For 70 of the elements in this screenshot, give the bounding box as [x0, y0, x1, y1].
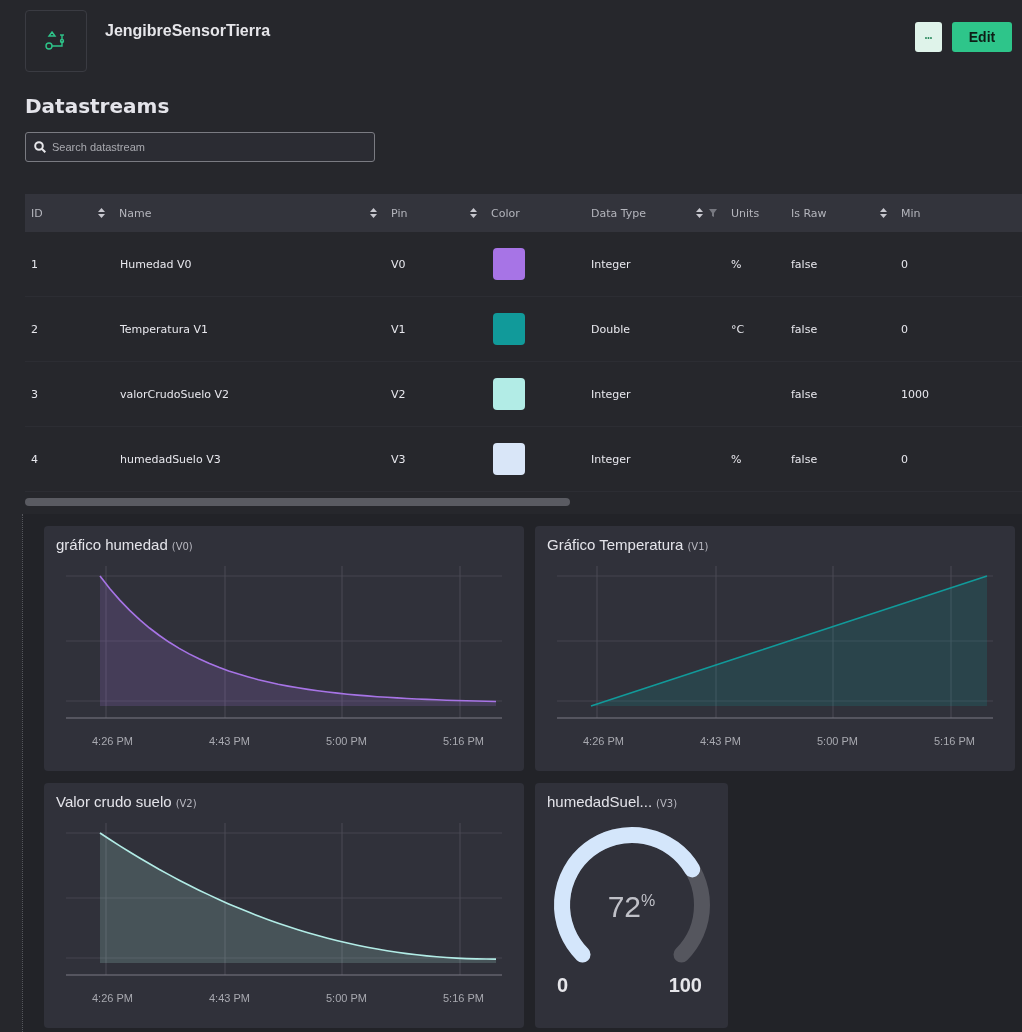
widget-pin: (V2) — [175, 798, 197, 809]
column-header[interactable]: ID — [31, 206, 43, 220]
column-header[interactable]: Data Type — [591, 206, 647, 220]
column-header[interactable]: Min — [901, 206, 921, 220]
table-cell: false — [791, 452, 818, 466]
table-cell: °C — [731, 322, 745, 336]
table-cell: valorCrudoSuelo V2 — [120, 387, 229, 401]
axis-label: 5:00 PM — [326, 735, 367, 747]
table-cell: V1 — [391, 322, 406, 336]
device-name: JengibreSensorTierra — [105, 22, 272, 40]
table-cell: false — [791, 257, 818, 271]
axis-label: 5:16 PM — [443, 735, 484, 747]
table-cell: 3 — [31, 387, 38, 401]
table-cell: V2 — [391, 387, 406, 401]
axis-label: 4:26 PM — [92, 992, 133, 1004]
table-cell: Integer — [591, 257, 631, 271]
table-cell: Integer — [591, 387, 631, 401]
table-cell: Integer — [591, 452, 631, 466]
axis-label: 5:16 PM — [443, 992, 484, 1004]
axis-label: 4:43 PM — [700, 735, 741, 747]
filter-icon[interactable] — [709, 209, 717, 217]
column-header[interactable]: Name — [119, 206, 152, 220]
axis-label: 4:26 PM — [92, 735, 133, 747]
scrollbar[interactable] — [25, 498, 570, 506]
sort-icon[interactable] — [696, 208, 703, 218]
edit-button[interactable]: Edit — [952, 22, 1012, 52]
table-cell: 0 — [901, 452, 908, 466]
column-header[interactable]: Is Raw — [791, 206, 827, 220]
widget-pin: (V0) — [171, 541, 193, 552]
column-header[interactable]: Pin — [391, 206, 408, 220]
sort-icon[interactable] — [880, 208, 887, 218]
gauge-min: 0 — [557, 974, 569, 997]
table-cell: 1000 — [901, 387, 929, 401]
axis-label: 5:16 PM — [934, 735, 975, 747]
widget-title: Gráfico Temperatura — [547, 536, 684, 553]
table-cell: V3 — [391, 452, 406, 466]
column-header[interactable]: Units — [731, 206, 760, 220]
axis-label: 5:00 PM — [326, 992, 367, 1004]
column-header[interactable]: Color — [491, 206, 520, 220]
search-icon — [34, 141, 46, 153]
table-cell: Temperatura V1 — [120, 322, 208, 336]
axis-label: 4:26 PM — [583, 735, 624, 747]
sort-icon[interactable] — [98, 208, 105, 218]
table-cell: Humedad V0 — [120, 257, 192, 271]
table-cell: V0 — [391, 257, 406, 271]
axis-label: 4:43 PM — [209, 992, 250, 1004]
table-cell: humedadSuelo V3 — [120, 452, 221, 466]
table-cell: Double — [591, 322, 630, 336]
gauge-value: 72$^{%}$ — [606, 890, 657, 924]
sort-icon[interactable] — [470, 208, 477, 218]
widget-title: gráfico humedad — [56, 536, 168, 553]
section-title: Datastreams — [25, 94, 171, 118]
table-cell: 2 — [31, 322, 38, 336]
sort-icon[interactable] — [370, 208, 377, 218]
axis-label: 4:43 PM — [209, 735, 250, 747]
table-cell: false — [791, 387, 818, 401]
device-icon — [45, 31, 67, 51]
axis-label: 5:00 PM — [817, 735, 858, 747]
widget-pin: (V3) — [656, 798, 678, 809]
table-cell: 1 — [31, 257, 38, 271]
table-cell: % — [731, 452, 742, 466]
widget-title: humedadSuel... — [547, 793, 653, 810]
table-cell: 0 — [901, 322, 908, 336]
widget-pin: (V1) — [687, 541, 709, 552]
table-cell: 4 — [31, 452, 38, 466]
widget-title: Valor crudo suelo — [56, 793, 172, 810]
gauge-max: 100 — [668, 974, 702, 997]
table-cell: false — [791, 322, 818, 336]
table-cell: 0 — [901, 257, 908, 271]
table-cell: % — [731, 257, 742, 271]
